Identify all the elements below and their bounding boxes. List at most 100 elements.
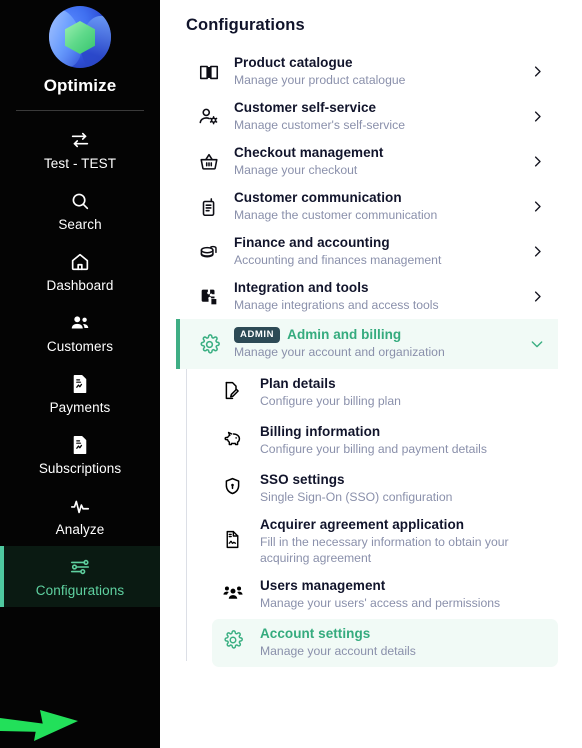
- config-row-admin-billing[interactable]: ADMIN Admin and billing Manage your accou…: [176, 319, 558, 369]
- brand-name: Optimize: [43, 76, 117, 95]
- config-row-subtitle: Accounting and finances management: [234, 252, 442, 267]
- app-root: Optimize Test - TEST Search Dashboard Cu…: [0, 0, 582, 748]
- page-title: Configurations: [186, 16, 305, 34]
- config-row-subtitle: Manage customer's self-service: [234, 117, 405, 132]
- optimize-logo-icon: [49, 6, 111, 68]
- sidebar-item-label: Search: [58, 217, 102, 232]
- subitem-sso-settings[interactable]: SSO settings Single Sign-On (SSO) config…: [212, 465, 558, 513]
- config-row-subtitle: Manage your checkout: [234, 162, 358, 177]
- chevron-down-icon[interactable]: [526, 336, 548, 352]
- config-row-text: Checkout management Manage your checkout: [222, 145, 526, 179]
- subitem-title: Plan details: [260, 376, 336, 392]
- subitem-billing-information[interactable]: Billing information Configure your billi…: [212, 417, 558, 465]
- sidebar: Optimize Test - TEST Search Dashboard Cu…: [0, 0, 160, 748]
- shield-lock-icon: [222, 476, 248, 502]
- subitem-subtitle: Configure your billing and payment detai…: [260, 442, 487, 456]
- gear-icon: [222, 629, 248, 656]
- config-row-product-catalogue[interactable]: Product catalogue Manage your product ca…: [186, 49, 558, 94]
- subitem-subtitle: Configure your billing plan: [260, 394, 401, 408]
- sidebar-item-dashboard[interactable]: Dashboard: [0, 241, 160, 302]
- subitem-subtitle: Manage your account details: [260, 643, 416, 658]
- users-group-icon: [222, 581, 248, 608]
- sidebar-item-payments[interactable]: Payments: [0, 363, 160, 424]
- config-row-text: Product catalogue Manage your product ca…: [222, 55, 526, 89]
- people-icon: [69, 312, 91, 334]
- config-row-title: Product catalogue: [234, 54, 353, 70]
- subitem-subtitle: Single Sign-On (SSO) configuration: [260, 490, 453, 504]
- config-row-text: ADMIN Admin and billing Manage your accou…: [222, 327, 526, 361]
- sidebar-item-search[interactable]: Search: [0, 180, 160, 241]
- gear-icon: [196, 333, 222, 356]
- subitem-acquirer-agreement[interactable]: Acquirer agreement application Fill in t…: [212, 513, 558, 571]
- sidebar-item-customers[interactable]: Customers: [0, 302, 160, 363]
- chevron-right-icon[interactable]: [526, 154, 548, 169]
- puzzle-icon: [196, 286, 222, 308]
- subitem-text: Plan details Configure your billing plan: [248, 376, 401, 410]
- sidebar-item-label: Subscriptions: [38, 461, 122, 476]
- config-row-finance-accounting[interactable]: Finance and accounting Accounting and fi…: [186, 229, 558, 274]
- document-chart-icon: [69, 373, 91, 395]
- config-row-subtitle: Manage your product catalogue: [234, 72, 406, 87]
- config-row-subtitle: Manage your account and organization: [234, 345, 445, 359]
- config-row-text: Customer self-service Manage customer's …: [222, 100, 526, 134]
- person-gear-icon: [196, 106, 222, 128]
- subitem-users-management[interactable]: Users management Manage your users' acce…: [212, 571, 558, 619]
- subitem-account-settings[interactable]: Account settings Manage your account det…: [212, 618, 558, 667]
- sidebar-item-label: Analyze: [55, 522, 105, 537]
- sidebar-item-label: Configurations: [35, 583, 125, 598]
- config-row-customer-self-service[interactable]: Customer self-service Manage customer's …: [186, 94, 558, 139]
- piggy-bank-icon: [222, 428, 248, 455]
- configurations-panel: Configurations Product catalogue Manage …: [160, 0, 582, 748]
- search-icon: [69, 190, 91, 212]
- sidebar-item-analyze[interactable]: Analyze: [0, 485, 160, 546]
- config-row-subtitle: Manage the customer communication: [234, 207, 438, 222]
- config-row-text: Customer communication Manage the custom…: [222, 190, 526, 224]
- config-row-text: Integration and tools Manage integration…: [222, 280, 526, 314]
- chevron-right-icon[interactable]: [526, 244, 548, 259]
- admin-billing-subitems: Plan details Configure your billing plan…: [186, 369, 558, 667]
- subitem-title: SSO settings: [260, 472, 345, 488]
- config-row-subtitle: Manage integrations and access tools: [234, 297, 439, 312]
- config-row-customer-communication[interactable]: Customer communication Manage the custom…: [186, 184, 558, 229]
- config-row-title: Integration and tools: [234, 279, 369, 295]
- admin-badge: ADMIN: [234, 327, 281, 343]
- sidebar-nav: Test - TEST Search Dashboard Customers P…: [0, 111, 160, 607]
- document-repeat-icon: [69, 434, 91, 456]
- coins-icon: [196, 241, 222, 263]
- subitem-subtitle: Fill in the necessary information to obt…: [260, 534, 509, 565]
- config-row-title: Customer self-service: [234, 99, 377, 115]
- subitem-text: Acquirer agreement application Fill in t…: [248, 517, 548, 567]
- document-signature-icon: [222, 529, 248, 555]
- radio-icon: [196, 196, 222, 218]
- subitem-text: SSO settings Single Sign-On (SSO) config…: [248, 472, 452, 506]
- subitem-plan-details[interactable]: Plan details Configure your billing plan: [212, 369, 558, 417]
- config-row-integration-tools[interactable]: Integration and tools Manage integration…: [186, 274, 558, 319]
- subitem-subtitle: Manage your users' access and permission…: [260, 595, 501, 610]
- file-pen-icon: [222, 380, 248, 406]
- sidebar-item-subscriptions[interactable]: Subscriptions: [0, 424, 160, 485]
- config-row-title: Checkout management: [234, 144, 384, 160]
- config-row-title: Customer communication: [234, 189, 402, 205]
- swap-icon: [69, 129, 91, 151]
- sidebar-item-label: Test - TEST: [43, 156, 117, 171]
- chevron-right-icon[interactable]: [526, 109, 548, 124]
- chevron-right-icon[interactable]: [526, 64, 548, 79]
- config-row-title: Finance and accounting: [234, 234, 390, 250]
- sidebar-item-configurations[interactable]: Configurations: [0, 546, 160, 607]
- subitem-text: Users management Manage your users' acce…: [248, 578, 500, 612]
- home-icon: [69, 251, 91, 273]
- chevron-right-icon[interactable]: [526, 289, 548, 304]
- pulse-icon: [69, 495, 91, 517]
- config-row-checkout-management[interactable]: Checkout management Manage your checkout: [186, 139, 558, 184]
- brand: Optimize: [0, 0, 160, 96]
- subitem-text: Billing information Configure your billi…: [248, 424, 487, 458]
- configuration-list: Product catalogue Manage your product ca…: [176, 49, 558, 667]
- sliders-icon: [69, 556, 91, 578]
- book-icon: [196, 61, 222, 83]
- chevron-right-icon[interactable]: [526, 199, 548, 214]
- subitem-title: Users management: [260, 577, 386, 593]
- sidebar-item-label: Payments: [49, 400, 111, 415]
- sidebar-item-test[interactable]: Test - TEST: [0, 119, 160, 180]
- basket-icon: [196, 151, 222, 173]
- sidebar-item-label: Customers: [46, 339, 114, 354]
